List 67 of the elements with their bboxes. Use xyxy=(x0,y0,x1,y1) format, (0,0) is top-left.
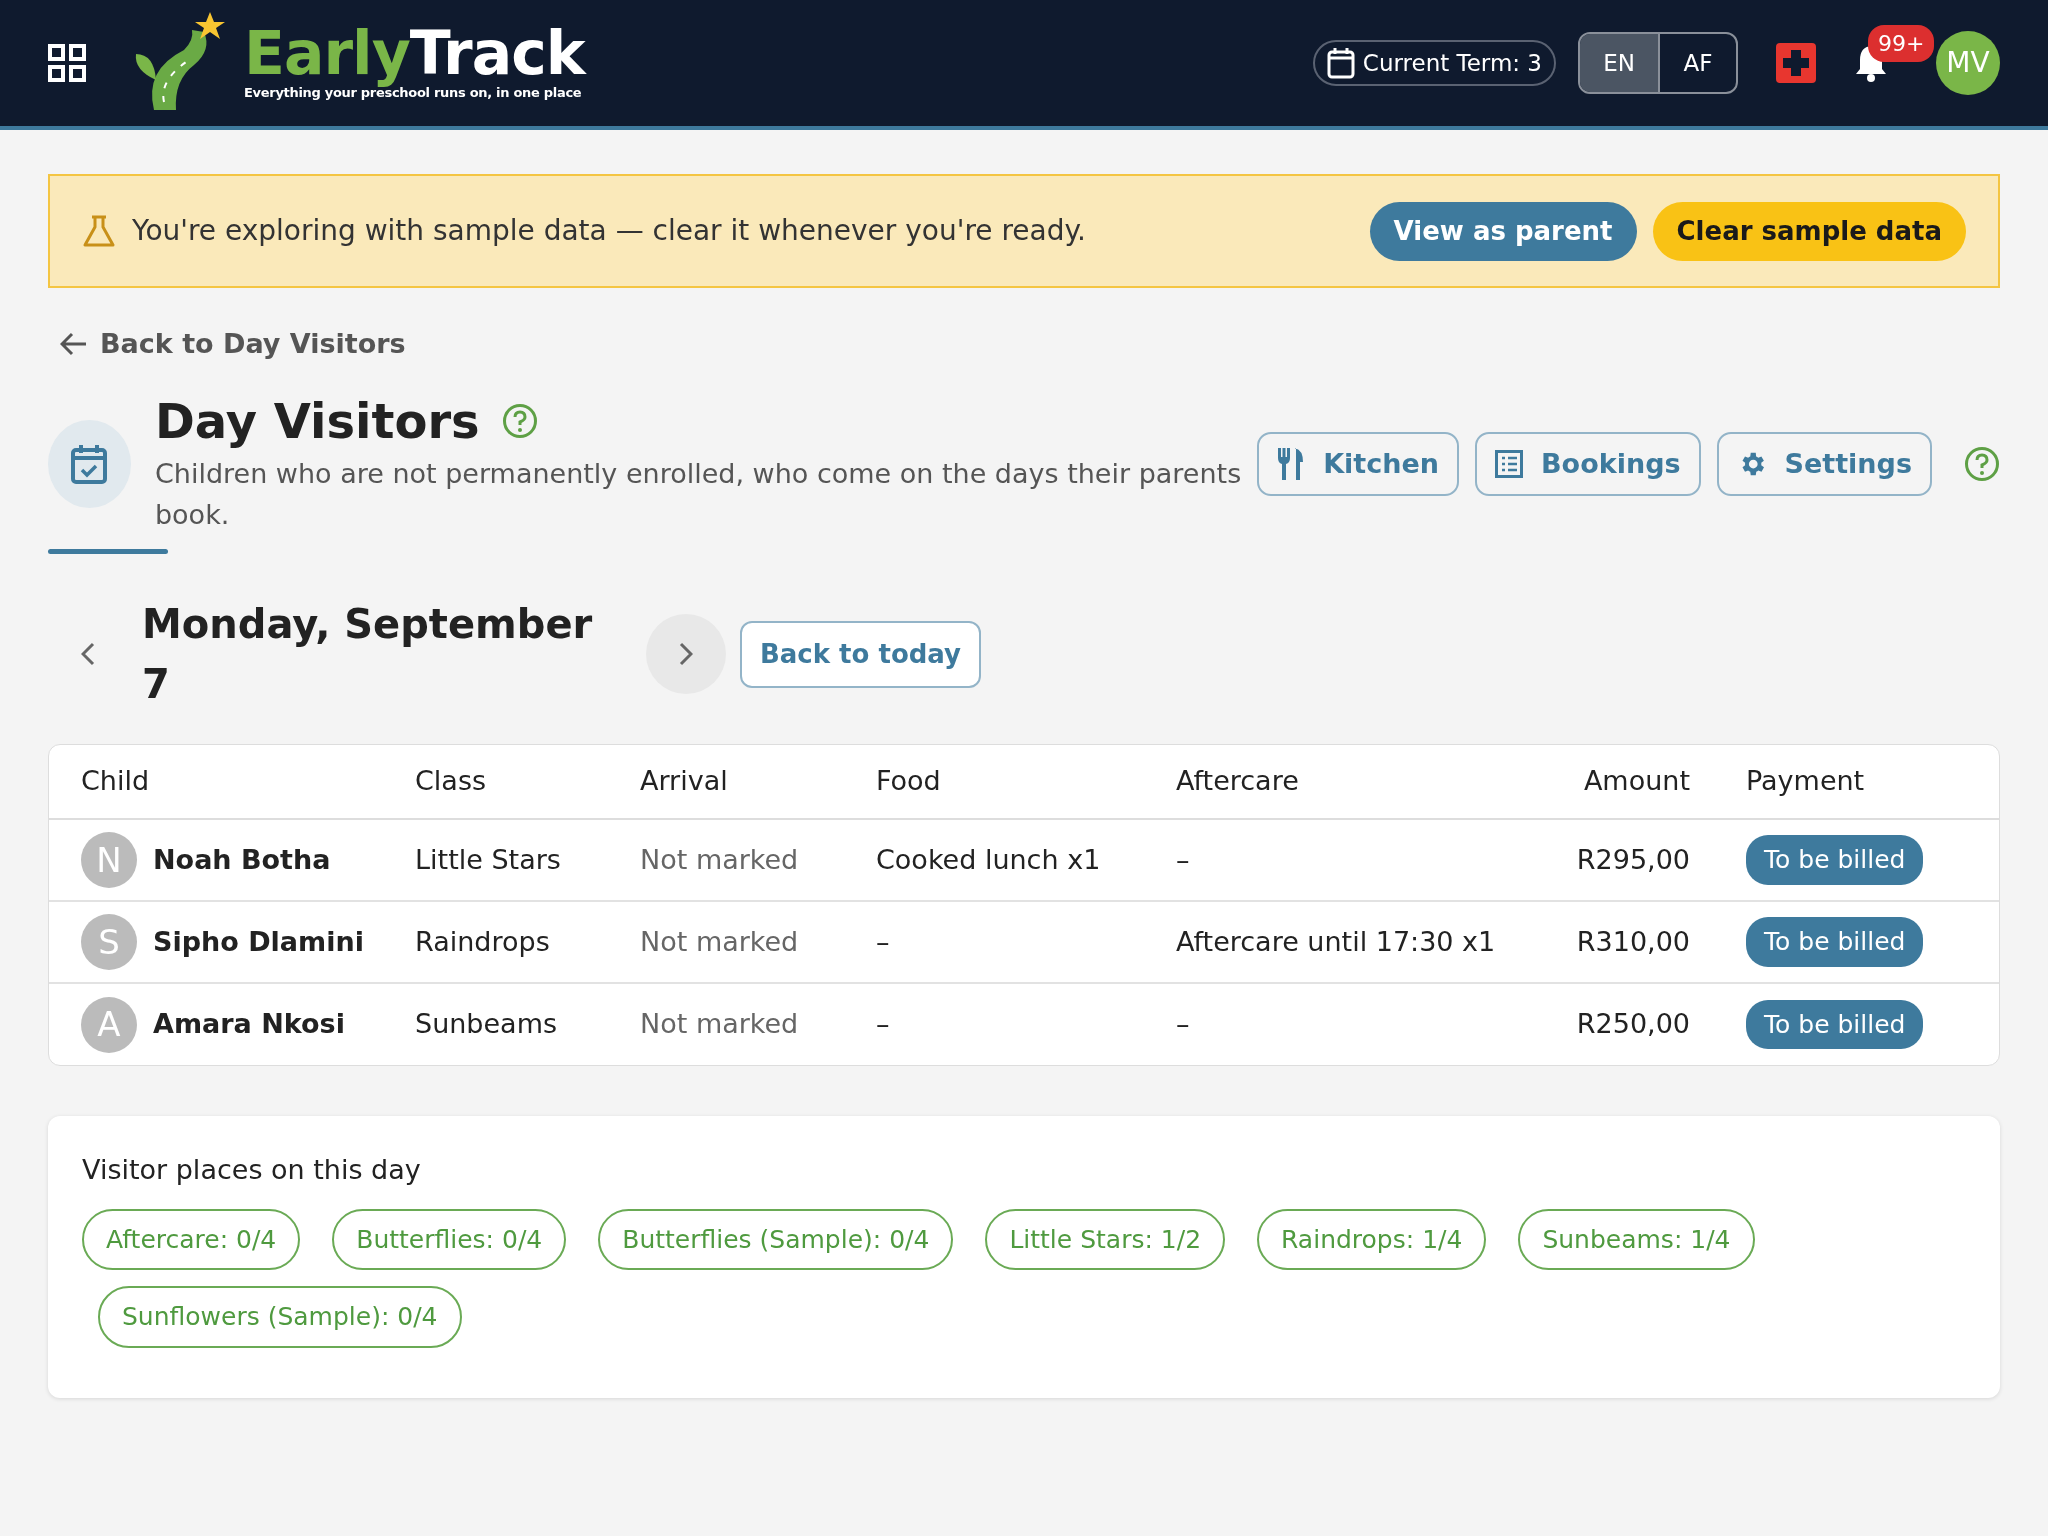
capacity-chip: Butterflies (Sample): 0/4 xyxy=(598,1208,954,1271)
payment-status: To be billed xyxy=(1746,917,1924,967)
payment-status: To be billed xyxy=(1746,999,1924,1050)
chevron-left-icon xyxy=(81,642,95,667)
help-icon[interactable] xyxy=(501,403,538,440)
utensils-icon xyxy=(1277,447,1306,480)
flask-icon xyxy=(82,215,116,247)
table-cell: – xyxy=(1176,1008,1190,1040)
payment-status: To be billed xyxy=(1746,835,1924,885)
child-avatar: N xyxy=(81,832,137,889)
table-cell: – xyxy=(876,925,890,957)
column-header: Food xyxy=(876,765,941,797)
user-avatar[interactable]: MV xyxy=(1936,31,2000,95)
table-cell: R310,00 xyxy=(1576,925,1690,957)
table-cell: Not marked xyxy=(640,925,799,957)
settings-button[interactable]: Settings xyxy=(1716,431,1932,497)
bookings-button[interactable]: Bookings xyxy=(1475,431,1701,497)
clear-data-button[interactable]: Clear sample data xyxy=(1652,201,1966,261)
table-cell: Not marked xyxy=(640,843,799,875)
table-cell: R295,00 xyxy=(1576,843,1690,875)
table-cell: – xyxy=(876,1008,890,1040)
child-avatar: S xyxy=(81,914,137,971)
term-selector[interactable]: Current Term: 3 xyxy=(1312,39,1556,87)
capacity-chip: Raindrops: 1/4 xyxy=(1257,1208,1487,1271)
table-cell: Aftercare until 17:30 x1 xyxy=(1176,925,1496,957)
column-header: Class xyxy=(415,765,487,797)
child-name: Noah Botha xyxy=(153,842,331,877)
child-name: Amara Nkosi xyxy=(153,1007,345,1042)
capacity-chip: Sunflowers (Sample): 0/4 xyxy=(98,1286,462,1348)
language-toggle[interactable]: AF xyxy=(1658,34,1736,92)
capacity-chip: Butterflies: 0/4 xyxy=(332,1208,567,1271)
section-title: Visitor places on this day xyxy=(82,1153,422,1188)
column-header: Amount xyxy=(1583,765,1690,797)
current-date: Monday, September 7 xyxy=(142,600,594,710)
calendar-check-icon xyxy=(70,442,109,485)
calendar-icon xyxy=(1326,47,1355,79)
table-cell: Not marked xyxy=(640,1008,799,1040)
back-link[interactable]: Back to Day Visitors xyxy=(60,324,406,365)
table-cell: R250,00 xyxy=(1576,1008,1690,1040)
first-aid-icon[interactable] xyxy=(1776,43,1816,83)
column-header: Aftercare xyxy=(1176,765,1299,797)
capacity-chip: Aftercare: 0/4 xyxy=(82,1208,301,1271)
apps-grid-icon[interactable] xyxy=(48,44,86,82)
child-name: Sipho Dlamini xyxy=(153,924,364,959)
view-as-parent-button[interactable]: View as parent xyxy=(1369,201,1637,261)
chevron-right-icon xyxy=(679,642,693,667)
capacity-chip: Little Stars: 1/2 xyxy=(985,1208,1226,1271)
column-header: Payment xyxy=(1746,765,1865,797)
back-to-today-button[interactable]: Back to today xyxy=(740,620,982,688)
capacity-chip: Sunbeams: 1/4 xyxy=(1518,1208,1755,1271)
table-cell: – xyxy=(1176,843,1190,875)
list-icon xyxy=(1495,449,1524,478)
help-icon[interactable] xyxy=(1964,445,2000,482)
child-avatar: A xyxy=(81,996,137,1053)
kitchen-button[interactable]: Kitchen xyxy=(1257,431,1460,497)
language-toggle[interactable]: EN xyxy=(1580,34,1658,92)
sample-data-message: You're exploring with sample data — clear it whenever you're ready. xyxy=(132,213,1086,249)
table-cell: Cooked lunch x1 xyxy=(876,843,1101,875)
column-header: Arrival xyxy=(640,765,728,797)
page-title: Day Visitors xyxy=(154,392,480,451)
column-header: Child xyxy=(81,765,150,797)
table-cell: Raindrops xyxy=(415,925,550,957)
arrow-left-icon xyxy=(60,332,88,357)
notification-count: 99+ xyxy=(1868,25,1935,62)
table-cell: Little Stars xyxy=(415,843,561,875)
page-subtitle: Children who are not permanently enrolled, who come on the days their parents book. xyxy=(154,457,1243,532)
table-cell: Sunbeams xyxy=(415,1008,558,1040)
